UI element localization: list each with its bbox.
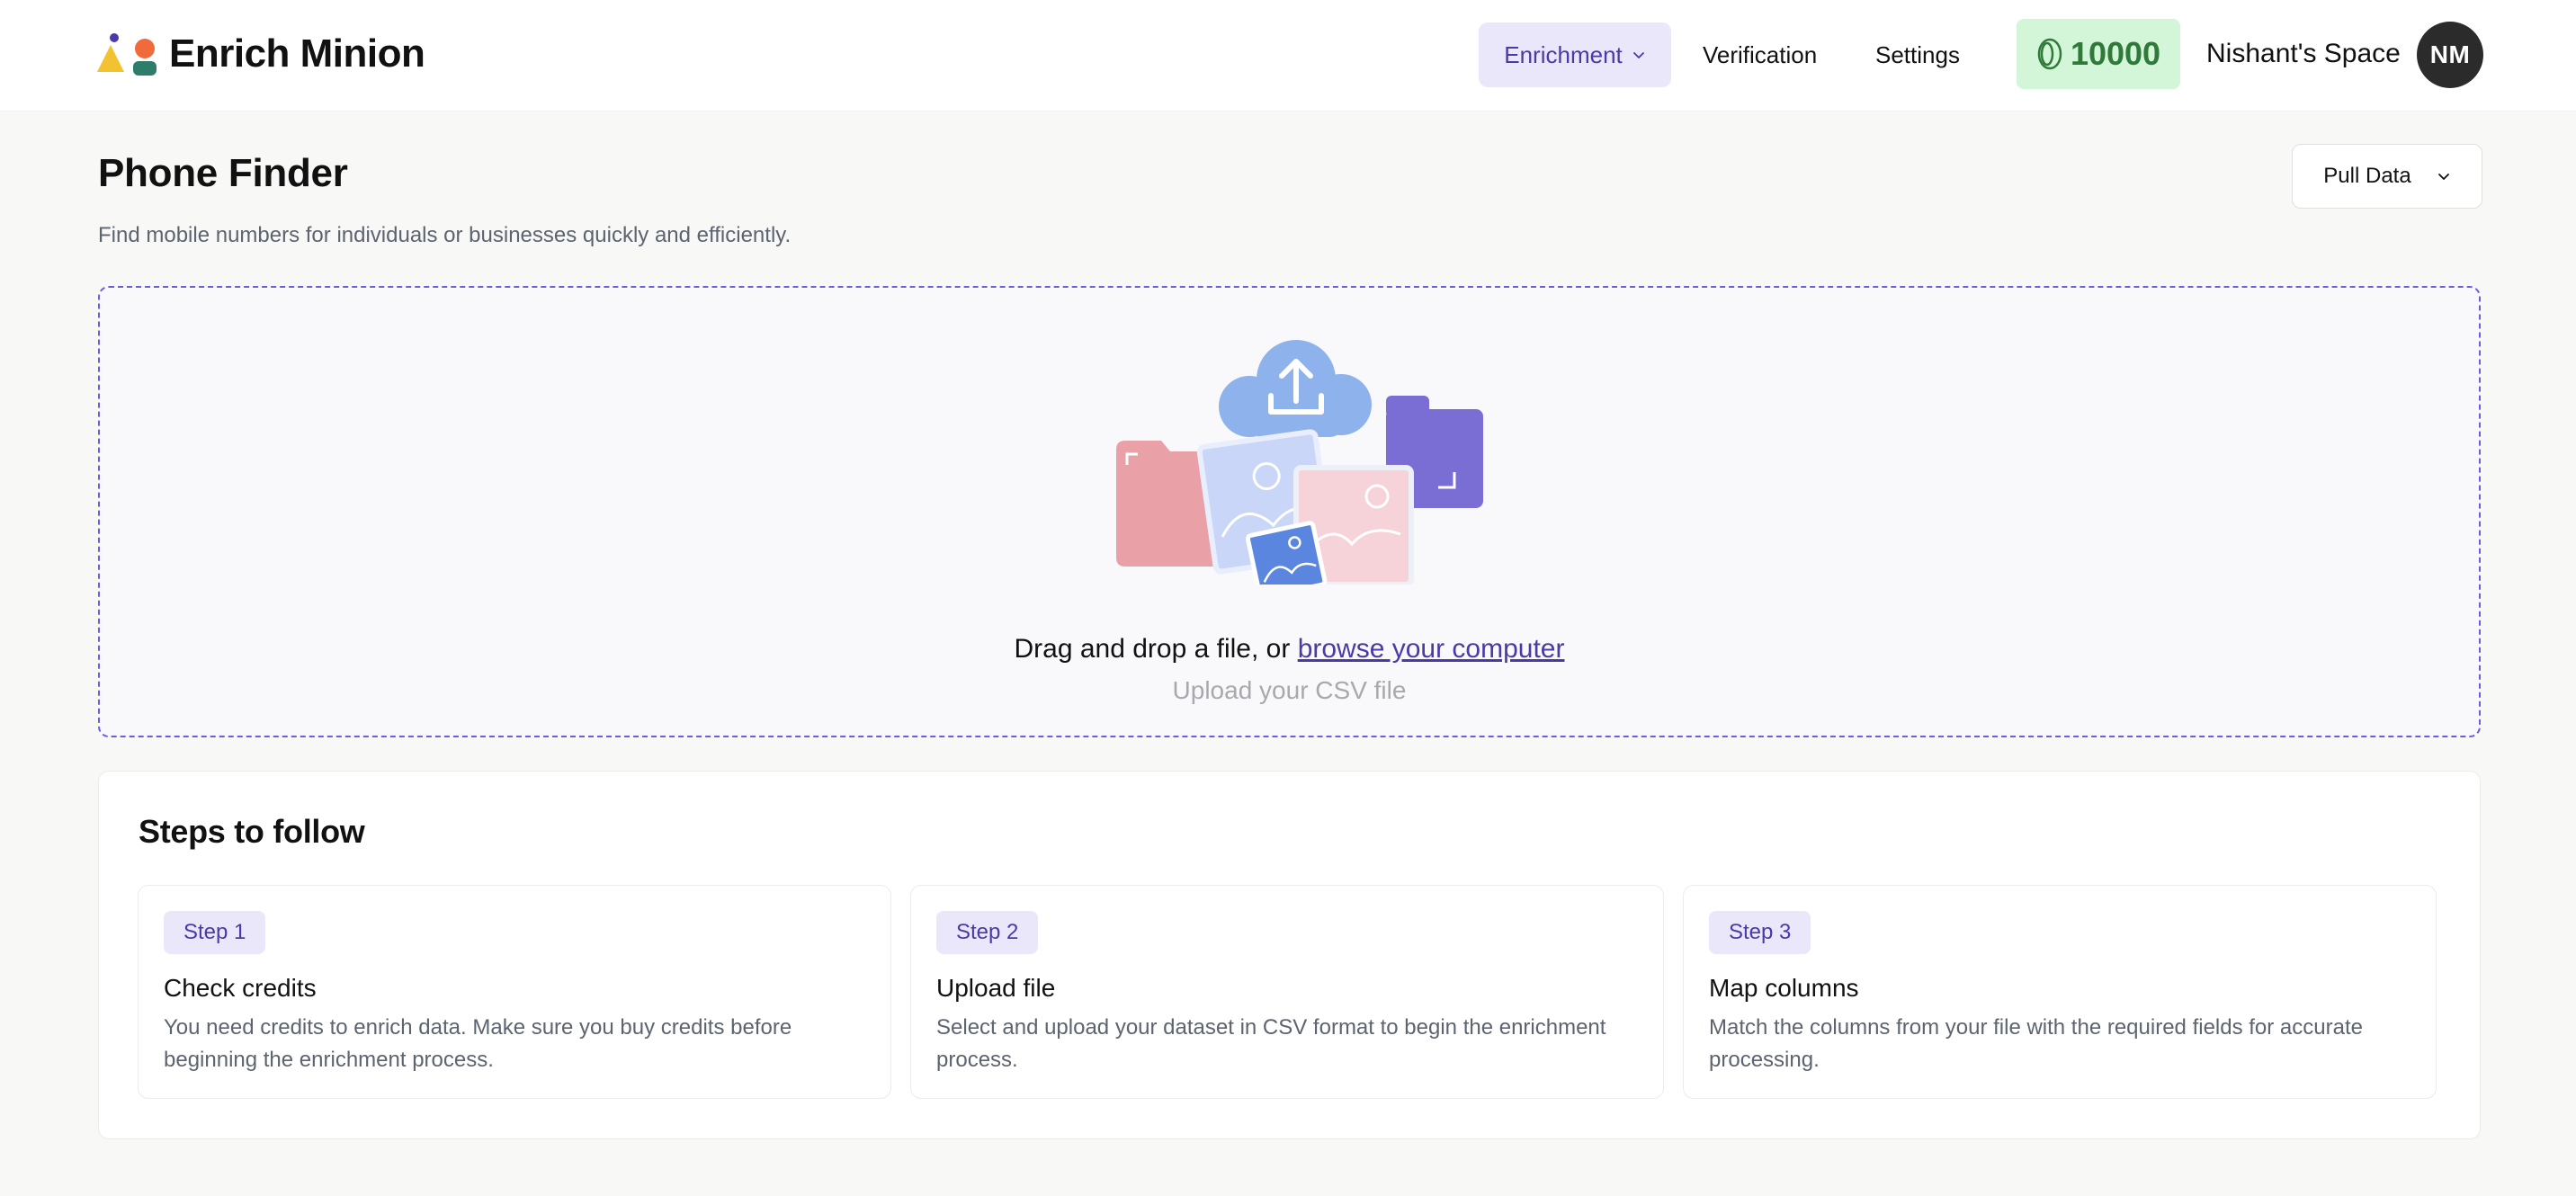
- step-description: You need credits to enrich data. Make su…: [164, 1015, 792, 1072]
- step-description: Select and upload your dataset in CSV fo…: [936, 1015, 1606, 1072]
- nav-verification[interactable]: Verification: [1703, 22, 1817, 87]
- dropzone-hint: Upload your CSV file: [1172, 676, 1407, 704]
- coin-icon: [2037, 38, 2062, 70]
- page-title: Phone Finder: [98, 151, 348, 195]
- step-description: Match the columns from your file with th…: [1709, 1015, 2363, 1072]
- step-badge: Step 2: [936, 911, 1039, 954]
- dropzone-prompt: Drag and drop a file, or browse your com…: [100, 634, 2479, 665]
- file-dropzone[interactable]: Drag and drop a file, or browse your com…: [98, 286, 2481, 737]
- step-card-3: Step 3 Map columns Match the columns fro…: [1683, 885, 2437, 1099]
- file-upload-illustration-icon: [1116, 340, 1483, 585]
- step-title: Upload file: [936, 974, 1056, 1002]
- page-subtitle: Find mobile numbers for individuals or b…: [98, 223, 792, 247]
- brand-logo-icon[interactable]: [97, 29, 160, 77]
- cloud-upload-icon: [1219, 340, 1372, 437]
- chevron-down-icon: [2437, 174, 2449, 180]
- brand-name[interactable]: Enrich Minion: [169, 27, 425, 81]
- step-card-1: Step 1 Check credits You need credits to…: [138, 885, 891, 1099]
- step-badge: Step 1: [164, 911, 266, 954]
- nav-settings[interactable]: Settings: [1875, 22, 1960, 87]
- nav-enrichment-dropdown[interactable]: Enrichment: [1479, 22, 1671, 87]
- steps-title: Steps to follow: [139, 813, 365, 850]
- user-avatar[interactable]: NM: [2417, 22, 2483, 88]
- step-title: Check credits: [164, 974, 317, 1002]
- credits-badge[interactable]: 10000: [2017, 19, 2180, 89]
- step-title: Map columns: [1709, 974, 1859, 1002]
- credits-value: 10000: [2070, 35, 2161, 72]
- top-navigation-bar: Enrich Minion Enrichment Verification Se…: [0, 0, 2576, 112]
- browse-computer-link[interactable]: browse your computer: [1298, 634, 1565, 664]
- workspace-name[interactable]: Nishant's Space: [2206, 27, 2401, 81]
- pull-data-label: Pull Data: [2323, 164, 2411, 188]
- step-badge: Step 3: [1709, 911, 1811, 954]
- chevron-down-icon: [1632, 52, 1644, 58]
- steps-card: Steps to follow Step 1 Check credits You…: [98, 771, 2481, 1139]
- dropzone-prompt-text: Drag and drop a file, or: [1014, 634, 1298, 664]
- pull-data-dropdown[interactable]: Pull Data: [2292, 144, 2482, 209]
- step-card-2: Step 2 Upload file Select and upload you…: [910, 885, 1664, 1099]
- nav-enrichment-label: Enrichment: [1504, 40, 1623, 68]
